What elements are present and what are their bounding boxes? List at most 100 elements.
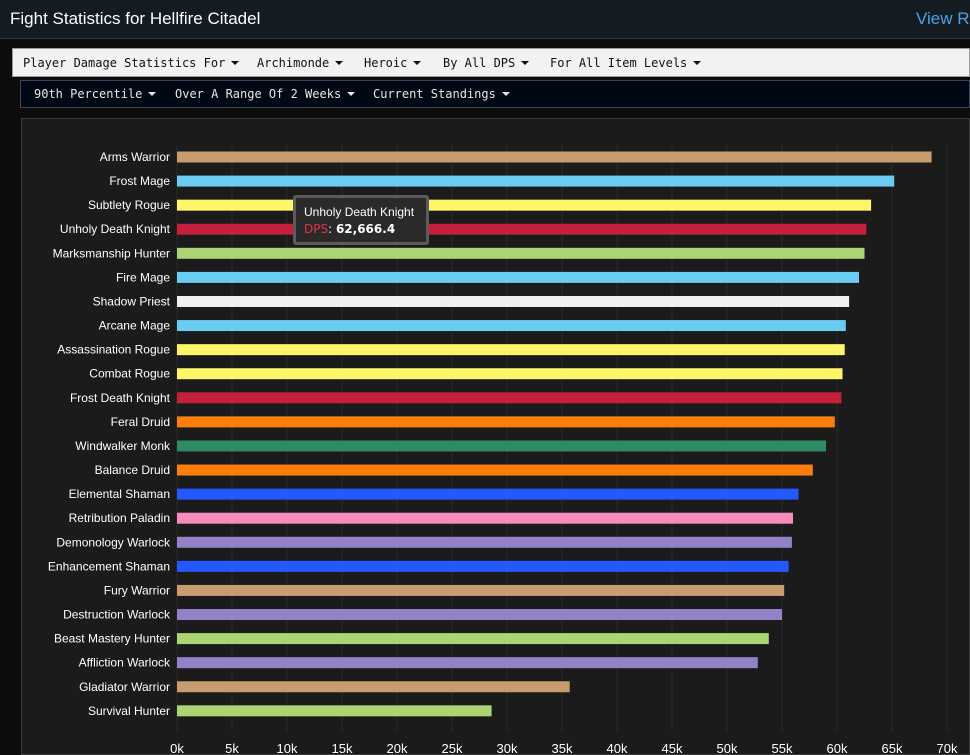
dps-chart: Arms Warrior Frost Mage Subtlety Rogue Unho…: [21, 118, 970, 755]
bar: [177, 512, 793, 524]
category-label: Combat Rogue: [89, 367, 170, 381]
difficulty-dropdown[interactable]: Heroic: [364, 49, 422, 76]
x-tick-label: 25k: [442, 741, 463, 754]
percentile-dropdown[interactable]: 90th Percentile: [34, 81, 157, 107]
category-label: Survival Hunter: [88, 704, 170, 718]
x-tick-label: 30k: [497, 741, 518, 754]
x-tick-label: 60k: [827, 741, 848, 754]
tooltip-metric-value: 62,666.4: [335, 222, 396, 236]
bar: [177, 271, 859, 283]
x-tick-label: 15k: [332, 741, 353, 754]
dropdown-label: Heroic: [364, 55, 408, 70]
category-label: Affliction Warlock: [79, 656, 171, 670]
bar: [177, 392, 842, 404]
dropdown-label: Current Standings: [373, 87, 496, 101]
category-label: Frost Mage: [109, 174, 170, 188]
bar: [177, 584, 785, 596]
caret-down-icon: [501, 92, 510, 96]
x-tick-label: 35k: [552, 741, 573, 754]
dropdown-label: For All Item Levels: [550, 55, 688, 70]
bar: [177, 705, 492, 717]
bar: [177, 223, 867, 235]
x-tick-label: 0k: [170, 741, 184, 754]
bar: [177, 633, 769, 645]
bar: [177, 175, 895, 187]
caret-down-icon: [413, 60, 422, 65]
page-header: Fight Statistics for Hellfire Citadel Vi…: [0, 0, 970, 39]
category-label: Balance Druid: [95, 463, 170, 477]
bar: [177, 295, 850, 307]
category-label: Fury Warrior: [104, 583, 170, 597]
dps-bar-chart: Arms Warrior Frost Mage Subtlety Rogue Unho…: [48, 145, 958, 754]
caret-down-icon: [521, 60, 530, 65]
x-tick-label: 40k: [607, 741, 628, 754]
category-label: Demonology Warlock: [56, 535, 171, 549]
caret-down-icon: [335, 60, 344, 65]
category-label: Unholy Death Knight: [60, 222, 171, 236]
bar: [177, 657, 758, 669]
bar: [177, 320, 846, 332]
page-title: Fight Statistics for Hellfire Citadel: [10, 9, 261, 28]
category-label: Windwalker Monk: [75, 439, 171, 453]
tooltip-value-row: DPS: 62,666.4: [304, 222, 426, 236]
role-dropdown[interactable]: By All DPS: [443, 49, 530, 76]
x-tick-label: 45k: [662, 741, 683, 754]
x-tick-label: 70k: [937, 741, 958, 754]
bar: [177, 199, 872, 211]
bar: [177, 416, 835, 428]
filter-bar-primary: Player Damage Statistics For Archimonde …: [12, 48, 970, 77]
filter-bar-secondary: 90th Percentile Over A Range Of 2 Weeks …: [20, 80, 970, 108]
tooltip-separator: :: [328, 222, 336, 236]
caret-down-icon: [148, 92, 157, 96]
dropdown-label: Over A Range Of 2 Weeks: [175, 87, 342, 101]
time-range-dropdown[interactable]: Over A Range Of 2 Weeks: [175, 81, 356, 107]
item-level-dropdown[interactable]: For All Item Levels: [550, 49, 702, 76]
x-tick-label: 20k: [387, 741, 408, 754]
standings-dropdown[interactable]: Current Standings: [373, 81, 510, 107]
bar: [177, 464, 813, 476]
bar: [177, 368, 843, 380]
tooltip-spec-name: Unholy Death Knight: [304, 205, 415, 219]
category-label: Fire Mage: [116, 270, 170, 284]
x-tick-label: 50k: [717, 741, 738, 754]
x-tick-label: 5k: [225, 741, 239, 754]
category-label: Retribution Paladin: [69, 511, 170, 525]
category-label: Beast Mastery Hunter: [54, 632, 170, 646]
x-tick-label: 65k: [882, 741, 903, 754]
encounter-dropdown[interactable]: Archimonde: [257, 49, 344, 76]
view-link[interactable]: View R: [916, 9, 970, 29]
caret-down-icon: [231, 60, 240, 65]
category-label: Arms Warrior: [100, 150, 170, 164]
tooltip-metric-label: DPS: [304, 222, 329, 236]
category-label: Arcane Mage: [99, 319, 171, 333]
category-label: Enhancement Shaman: [48, 559, 170, 573]
bar: [177, 536, 792, 548]
bar: [177, 488, 799, 500]
category-label: Destruction Warlock: [63, 608, 171, 622]
bar: [177, 609, 782, 621]
dropdown-label: 90th Percentile: [34, 87, 143, 101]
caret-down-icon: [693, 60, 702, 65]
category-label: Frost Death Knight: [70, 391, 171, 405]
x-tick-label: 55k: [772, 741, 793, 754]
category-label: Marksmanship Hunter: [53, 246, 170, 260]
bar: [177, 440, 826, 452]
category-label: Elemental Shaman: [69, 487, 170, 501]
category-label: Shadow Priest: [93, 294, 171, 308]
dropdown-label: Archimonde: [257, 55, 330, 70]
caret-down-icon: [347, 92, 356, 96]
category-label: Feral Druid: [111, 415, 170, 429]
category-label: Gladiator Warrior: [79, 680, 170, 694]
x-tick-label: 10k: [277, 741, 298, 754]
category-label: Assassination Rogue: [57, 343, 170, 357]
category-label: Subtlety Rogue: [88, 198, 170, 212]
bar: [177, 247, 865, 259]
chart-tooltip: Unholy Death Knight DPS: 62,666.4: [293, 195, 429, 245]
dropdown-label: By All DPS: [443, 55, 516, 70]
bar: [177, 560, 789, 572]
dropdown-label: Player Damage Statistics For: [23, 55, 226, 70]
bar: [177, 681, 570, 693]
bar: [177, 151, 932, 163]
player-damage-statistics-dropdown[interactable]: Player Damage Statistics For: [23, 49, 240, 76]
bar: [177, 344, 845, 356]
